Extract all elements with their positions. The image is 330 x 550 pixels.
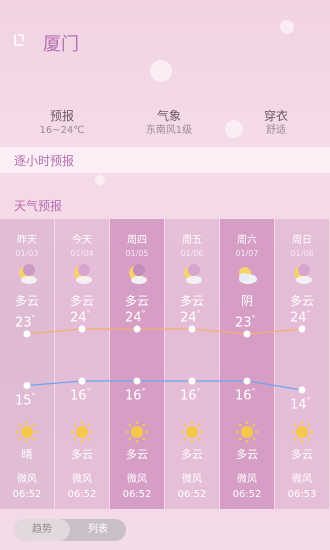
today-summary: 预报 16~24℃ 气象 东南风1级 穿衣 舒适	[0, 108, 330, 142]
summary-forecast: 预报 16~24℃	[12, 108, 112, 138]
low-temp-point	[243, 377, 251, 385]
forecast-title: 天气预报	[14, 199, 63, 213]
list-view-button[interactable]: 列表	[70, 519, 126, 541]
low-temp-label: 16°	[125, 387, 146, 404]
low-temp-label: 16°	[235, 387, 256, 404]
high-temp-point	[298, 325, 306, 333]
summary-title: 穿衣	[263, 109, 288, 123]
high-temp-label: 23°	[235, 314, 256, 331]
low-temp-point	[298, 386, 306, 394]
daily-forecast: 昨天 01/03 多云 晴 微风 06:52 今天 01/04 多云 多云 微风…	[0, 219, 330, 509]
view-toggle[interactable]: 趋势 列表	[14, 519, 126, 541]
low-temp-label: 16°	[70, 387, 91, 404]
high-temp-point	[78, 325, 86, 333]
top-bar: 厦门	[0, 0, 330, 70]
high-temp-point	[23, 330, 31, 338]
high-temp-label: 24°	[290, 309, 311, 326]
high-temp-label: 24°	[125, 309, 146, 326]
summary-weather: 气象 东南风1级	[119, 108, 219, 138]
summary-clothing: 穿衣 舒适	[226, 108, 326, 138]
low-temp-label: 14°	[290, 396, 311, 413]
summary-title: 预报	[49, 109, 74, 123]
blossom-decoration	[95, 175, 105, 185]
summary-value: 舒适	[266, 125, 286, 136]
low-temp-label: 16°	[180, 387, 201, 404]
low-temp-label: 15°	[15, 391, 36, 408]
low-temp-point	[23, 382, 31, 389]
high-temp-point	[133, 325, 141, 333]
city-name[interactable]: 厦门	[43, 30, 79, 56]
summary-value: 东南风1级	[145, 125, 193, 136]
summary-title: 气象	[156, 109, 181, 123]
summary-value: 16~24℃	[39, 125, 85, 136]
high-temp-label: 23°	[15, 314, 36, 331]
high-temp-label: 24°	[70, 309, 91, 326]
high-temp-line	[26, 328, 303, 335]
back-icon[interactable]	[12, 33, 26, 47]
low-temp-line	[26, 380, 303, 391]
hourly-forecast-section[interactable]: 逐小时预报	[0, 147, 330, 173]
high-temp-point	[243, 330, 251, 338]
low-temp-point	[78, 377, 86, 385]
temperature-trend-chart	[23, 325, 306, 394]
hourly-forecast-title: 逐小时预报	[14, 154, 75, 168]
low-temp-point	[133, 377, 141, 385]
high-temp-point	[188, 325, 196, 333]
high-temp-label: 24°	[180, 309, 201, 326]
low-temp-point	[188, 377, 196, 385]
trend-view-button[interactable]: 趋势	[14, 519, 70, 541]
